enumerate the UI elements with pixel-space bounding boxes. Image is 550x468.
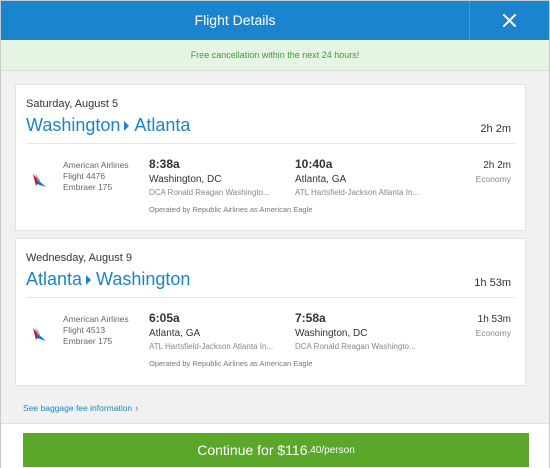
divider: [26, 143, 515, 144]
route-arrow-icon: [86, 274, 92, 285]
trip-card-return: Wednesday, August 9 Atlanta Washington 1…: [15, 238, 526, 386]
arrival-city: Atlanta, GA: [295, 174, 347, 185]
departure-time: 8:38a: [149, 157, 180, 171]
route-arrow-icon: [124, 120, 130, 131]
cabin-class: Economy: [475, 328, 511, 338]
arrival-time: 7:58a: [295, 311, 326, 325]
trip-date: Wednesday, August 9: [26, 252, 132, 264]
aircraft-type: Embraer 175: [63, 182, 113, 192]
trip-route: Washington Atlanta: [26, 115, 190, 136]
dialog-footer: Continue for $116.40/person: [1, 423, 549, 468]
aircraft-type: Embraer 175: [63, 336, 113, 346]
arrival-airport: DCA Ronald Reagan Washingto...: [295, 342, 416, 351]
american-airlines-logo: [33, 173, 46, 187]
route-origin: Atlanta: [26, 269, 83, 289]
operated-by: Operated by Republic Airlines as America…: [149, 205, 313, 214]
segment-airline-info: American Airlines Flight 4476 Embraer 17…: [63, 160, 129, 193]
trip-duration: 1h 53m: [474, 277, 511, 289]
trip-card-outbound: Saturday, August 5 Washington Atlanta 2h…: [15, 84, 526, 231]
arrival-city: Washington, DC: [295, 328, 368, 339]
baggage-fee-label: See baggage fee information: [23, 403, 133, 413]
route-destination: Washington: [96, 269, 191, 289]
chevron-right-icon: ›: [135, 403, 139, 413]
departure-city: Washington, DC: [149, 174, 222, 185]
continue-price-suffix: .40/person: [307, 444, 355, 456]
route-destination: Atlanta: [134, 115, 191, 135]
departure-time: 6:05a: [149, 311, 180, 325]
cancellation-banner: Free cancellation within the next 24 hou…: [1, 40, 549, 71]
close-icon: [503, 14, 516, 27]
departure-city: Atlanta, GA: [149, 328, 201, 339]
departure-airport: ATL Hartsfield-Jackson Atlanta In...: [149, 342, 274, 351]
american-airlines-logo: [33, 327, 46, 341]
close-button[interactable]: [469, 1, 549, 40]
route-origin: Washington: [26, 115, 121, 135]
divider: [26, 297, 515, 298]
segment-duration: 2h 2m: [483, 160, 511, 171]
departure-airport: DCA Ronald Reagan Washingto...: [149, 188, 270, 197]
airline-name: American Airlines: [63, 160, 129, 170]
arrival-time: 10:40a: [295, 157, 333, 171]
cabin-class: Economy: [475, 174, 511, 184]
baggage-fee-link[interactable]: See baggage fee information ›: [23, 403, 138, 413]
airline-name: American Airlines: [63, 314, 129, 324]
trip-duration: 2h 2m: [480, 123, 511, 135]
segment-airline-info: American Airlines Flight 4513 Embraer 17…: [63, 314, 129, 347]
dialog-title: Flight Details: [194, 12, 276, 28]
trip-route: Atlanta Washington: [26, 269, 190, 290]
flight-details-dialog: Flight Details Free cancellation within …: [0, 0, 550, 468]
trip-date: Saturday, August 5: [26, 98, 119, 110]
segment-duration: 1h 53m: [477, 314, 511, 325]
dialog-header: Flight Details: [1, 1, 549, 40]
operated-by: Operated by Republic Airlines as America…: [149, 359, 313, 368]
continue-button[interactable]: Continue for $116.40/person: [23, 433, 529, 467]
arrival-airport: ATL Hartsfield-Jackson Atlanta In...: [295, 188, 420, 197]
continue-label: Continue for $116: [197, 442, 308, 458]
flight-number: Flight 4513: [63, 325, 106, 335]
flight-number: Flight 4476: [63, 171, 106, 181]
